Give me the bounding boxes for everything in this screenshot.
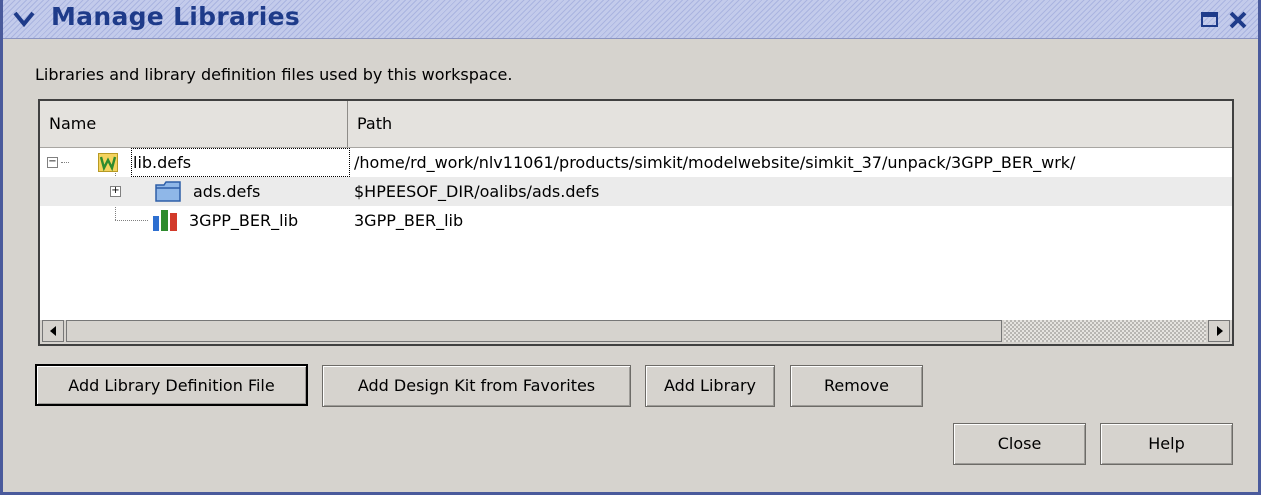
remove-button[interactable]: Remove — [790, 365, 923, 407]
row-name: ads.defs — [193, 182, 261, 201]
row-name: lib.defs — [131, 148, 350, 177]
arrow-right-icon — [1217, 326, 1223, 336]
table-row[interactable]: + ads.defs $HPEESOF_DIR/oalibs/ads.defs — [40, 177, 1232, 206]
horizontal-scrollbar[interactable] — [40, 320, 1232, 344]
column-header-name[interactable]: Name — [40, 101, 348, 147]
arrow-left-icon — [50, 326, 56, 336]
row-path: 3GPP_BER_lib — [354, 211, 464, 230]
table-header: Name Path — [40, 101, 1232, 148]
help-button[interactable]: Help — [1100, 423, 1233, 465]
scroll-thumb[interactable] — [66, 320, 1002, 342]
folder-icon — [155, 181, 181, 202]
manage-libraries-dialog: Manage Libraries Libraries and library d… — [0, 0, 1261, 495]
window-title: Manage Libraries — [51, 2, 301, 31]
scroll-track[interactable] — [1004, 320, 1206, 342]
dialog-description: Libraries and library definition files u… — [35, 65, 513, 84]
collapse-toggle-icon[interactable]: − — [47, 157, 58, 168]
title-bar[interactable]: Manage Libraries — [3, 0, 1258, 39]
column-header-path[interactable]: Path — [348, 101, 1232, 147]
scroll-left-button[interactable] — [42, 320, 64, 342]
row-path: $HPEESOF_DIR/oalibs/ads.defs — [354, 182, 600, 201]
maximize-icon[interactable] — [1199, 9, 1221, 31]
library-icon — [153, 210, 177, 231]
workspace-icon — [98, 153, 118, 172]
row-path: /home/rd_work/nlv11061/products/simkit/m… — [354, 153, 1076, 172]
scroll-right-button[interactable] — [1208, 320, 1230, 342]
table-row[interactable]: 3GPP_BER_lib 3GPP_BER_lib — [40, 206, 1232, 235]
table-row[interactable]: − lib.defs /home/rd_work/nlv11061/produc… — [40, 148, 1232, 177]
add-library-definition-file-button[interactable]: Add Library Definition File — [35, 364, 308, 406]
library-tree-table[interactable]: Name Path − lib.defs /home/rd_work/nlv11… — [38, 99, 1234, 346]
row-name: 3GPP_BER_lib — [189, 211, 299, 230]
add-library-button[interactable]: Add Library — [645, 365, 775, 407]
window-menu-chevron-icon[interactable] — [12, 9, 36, 29]
add-design-kit-from-favorites-button[interactable]: Add Design Kit from Favorites — [322, 365, 631, 407]
expand-toggle-icon[interactable]: + — [110, 186, 121, 197]
close-icon[interactable] — [1227, 9, 1249, 31]
close-button[interactable]: Close — [953, 423, 1086, 465]
